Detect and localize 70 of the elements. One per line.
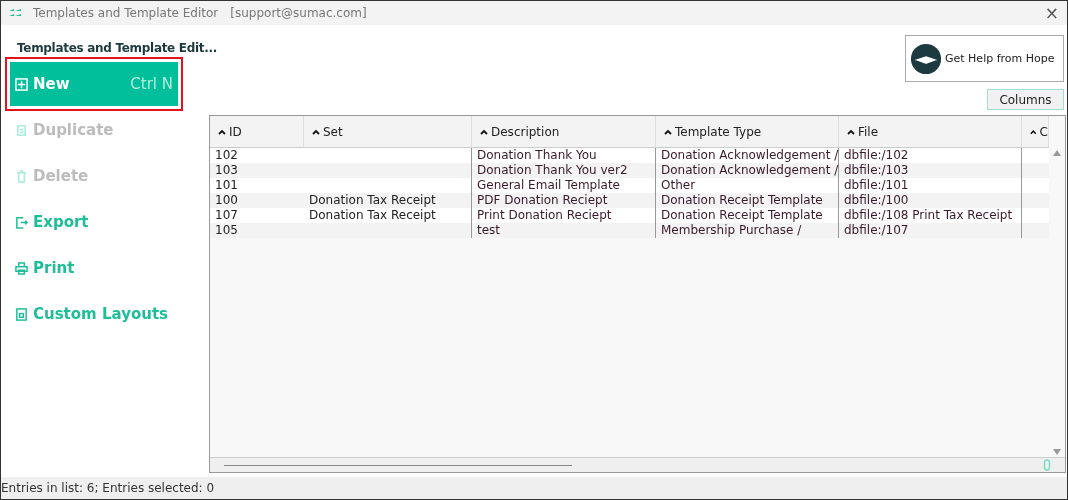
table-cell <box>1022 148 1049 163</box>
table-cell: Donation Receipt Template <box>656 193 839 208</box>
table-cell: 100 <box>210 193 304 208</box>
table-cell: dbfile:/101 <box>839 178 1022 193</box>
account-email: [support@sumac.com] <box>230 6 367 20</box>
table-cell: Donation Tax Receipt <box>304 193 472 208</box>
column-header[interactable]: Template Type <box>656 116 839 148</box>
table-cell: Donation Acknowledgement / <box>656 163 839 178</box>
table-cell: dbfile:/108 Print Tax Receipt <box>839 208 1022 223</box>
header-label: Description <box>491 124 560 139</box>
table-cell: dbfile:/100 <box>839 193 1022 208</box>
table-cell: dbfile:/107 <box>839 223 1022 238</box>
table-cell: test <box>472 223 656 238</box>
table-cell: Print Donation Reciept <box>472 208 656 223</box>
status-bar: Entries in list: 6; Entries selected: 0 <box>1 477 1067 499</box>
table-cell <box>1022 178 1049 193</box>
table-cell: Membership Purchase / <box>656 223 839 238</box>
plus-box-icon <box>15 77 28 91</box>
table-cell: Donation Receipt Template <box>656 208 839 223</box>
table-cell: Donation Thank You ver2 <box>472 163 656 178</box>
table-cell: PDF Donation Reciept <box>472 193 656 208</box>
header-label: C <box>1039 124 1048 139</box>
sidebar-title: Templates and Template Edit... <box>17 41 218 55</box>
table-cell <box>1022 208 1049 223</box>
table-cell <box>1022 163 1049 178</box>
sort-caret-icon <box>218 128 226 135</box>
header-label: File <box>858 124 879 139</box>
table-cell: dbfile:/103 <box>839 163 1022 178</box>
shortcut-label: Ctrl N <box>130 75 173 93</box>
column-header[interactable]: File <box>839 116 1022 148</box>
close-button[interactable]: × <box>1044 3 1059 23</box>
table-cell: Donation Acknowledgement / <box>656 148 839 163</box>
table-cell: Other <box>656 178 839 193</box>
help-button[interactable]: Get Help from Hope <box>905 35 1064 82</box>
table-cell: 103 <box>210 163 304 178</box>
table-cell: General Email Template <box>472 178 656 193</box>
table-cell: 102 <box>210 148 304 163</box>
sort-caret-icon <box>1030 128 1037 135</box>
column-header[interactable]: ID <box>210 116 304 148</box>
export-icon <box>15 215 28 229</box>
layout-icon <box>15 307 28 321</box>
copy-icon <box>15 123 28 137</box>
columns-button[interactable]: Columns <box>987 89 1064 110</box>
printer-icon <box>15 261 28 275</box>
sort-caret-icon <box>312 128 320 135</box>
column-header[interactable]: Description <box>472 116 656 148</box>
header-label: ID <box>229 124 242 139</box>
scroll-up-icon[interactable] <box>1053 150 1061 156</box>
logo-icon <box>910 42 942 75</box>
sort-caret-icon <box>664 128 672 135</box>
resize-icon <box>1043 459 1051 471</box>
table-cell: dbfile:/102 <box>839 148 1022 163</box>
table-cell: 101 <box>210 178 304 193</box>
sort-caret-icon <box>480 128 488 135</box>
scroll-down-icon[interactable] <box>1053 449 1061 455</box>
header-label: Template Type <box>675 124 762 139</box>
header-label: Set <box>323 124 343 139</box>
app-logo-icon <box>9 8 21 18</box>
table-cell: Donation Tax Receipt <box>304 208 472 223</box>
column-header[interactable]: C <box>1022 116 1049 148</box>
column-header[interactable]: Set <box>304 116 472 148</box>
sort-caret-icon <box>847 128 855 135</box>
table-cell: 107 <box>210 208 304 223</box>
table-cell: Donation Thank You <box>472 148 656 163</box>
table-cell <box>1022 193 1049 208</box>
table-cell: 105 <box>210 223 304 238</box>
horizontal-scrollbar[interactable] <box>224 464 572 466</box>
trash-icon <box>15 169 28 183</box>
window-title: Templates and Template Editor <box>33 6 219 20</box>
table-cell <box>1022 223 1049 238</box>
